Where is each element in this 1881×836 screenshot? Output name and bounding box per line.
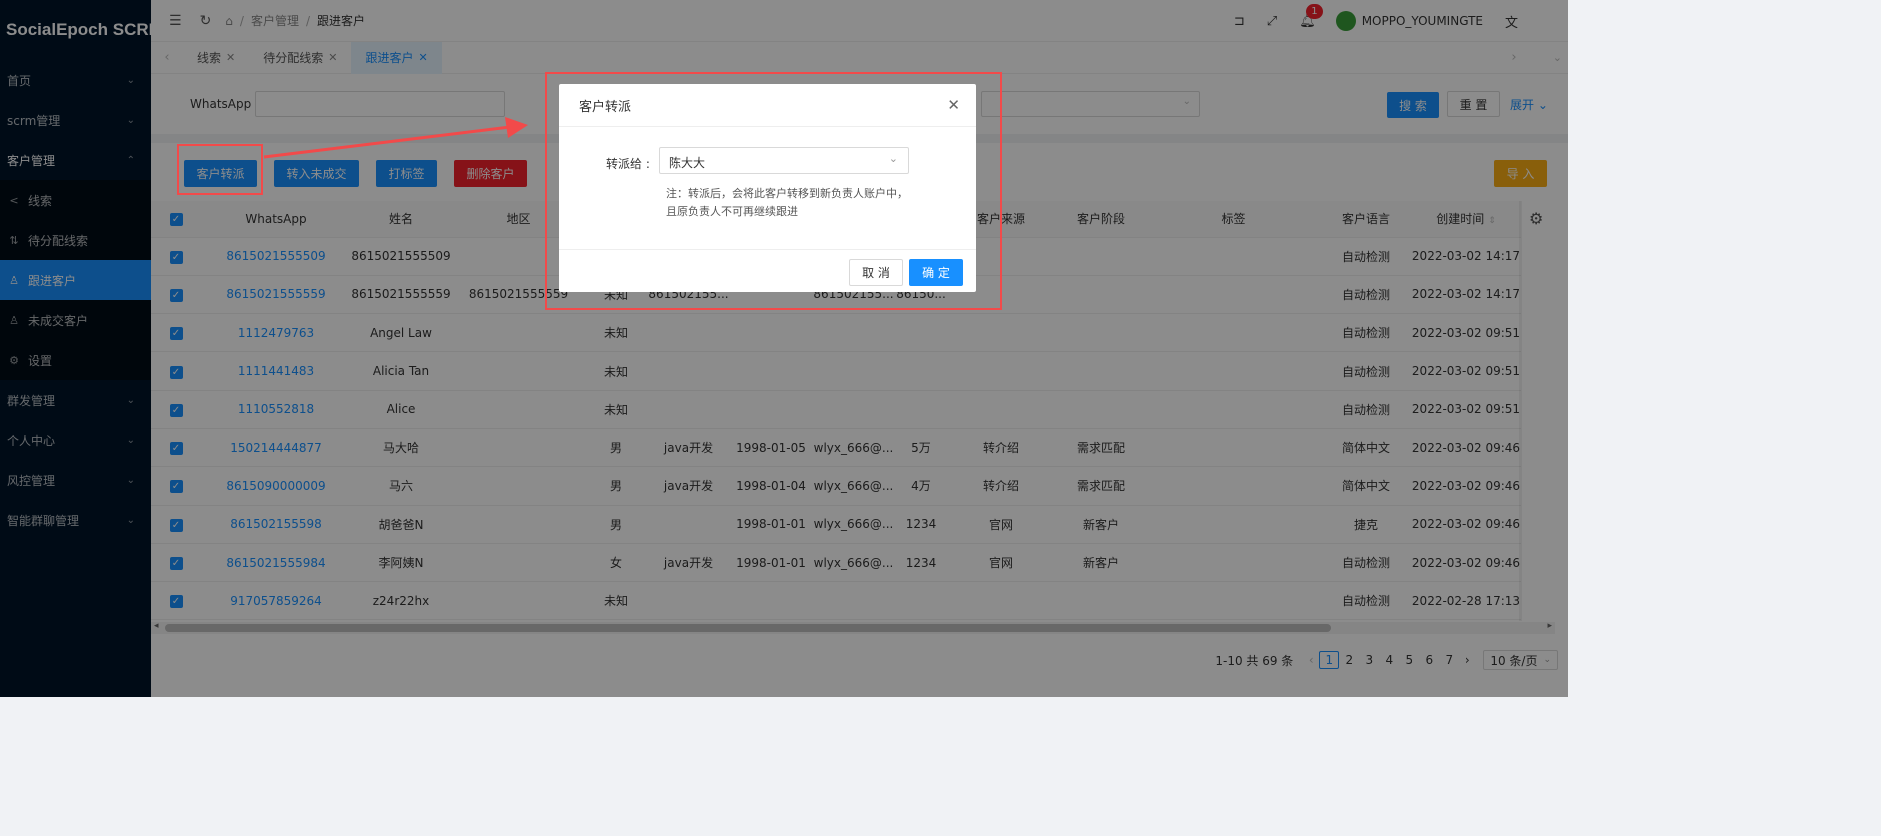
annotation-arrow [263,117,528,159]
